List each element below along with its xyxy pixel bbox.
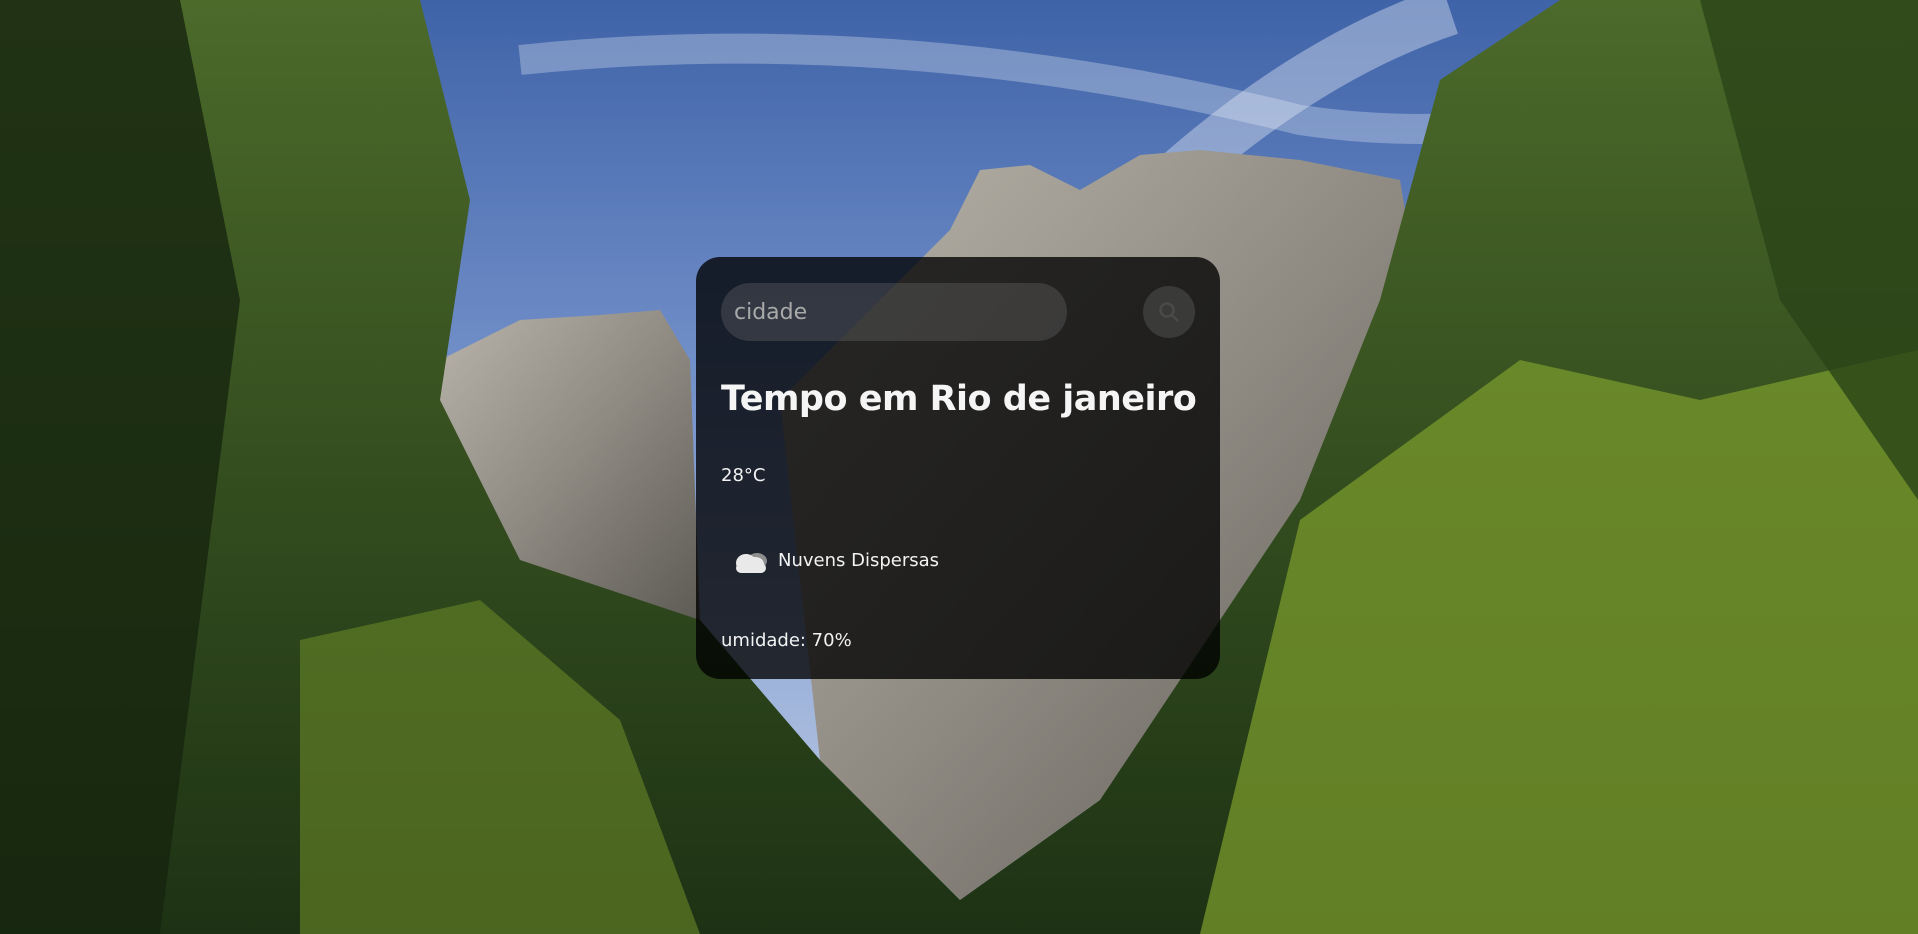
humidity: umidade: 70% xyxy=(721,630,852,651)
condition-text: Nuvens Dispersas xyxy=(778,550,940,571)
city-title: Tempo em Rio de janeiro xyxy=(721,379,1197,419)
city-search-input[interactable] xyxy=(721,283,1067,341)
search-icon xyxy=(1159,302,1179,322)
weather-card: Tempo em Rio de janeiro 28°C Nuvens Disp… xyxy=(696,257,1220,679)
temperature: 28°C xyxy=(721,465,766,486)
cloud-icon xyxy=(736,553,767,573)
search-bar xyxy=(721,283,1195,343)
search-button[interactable] xyxy=(1143,286,1195,338)
